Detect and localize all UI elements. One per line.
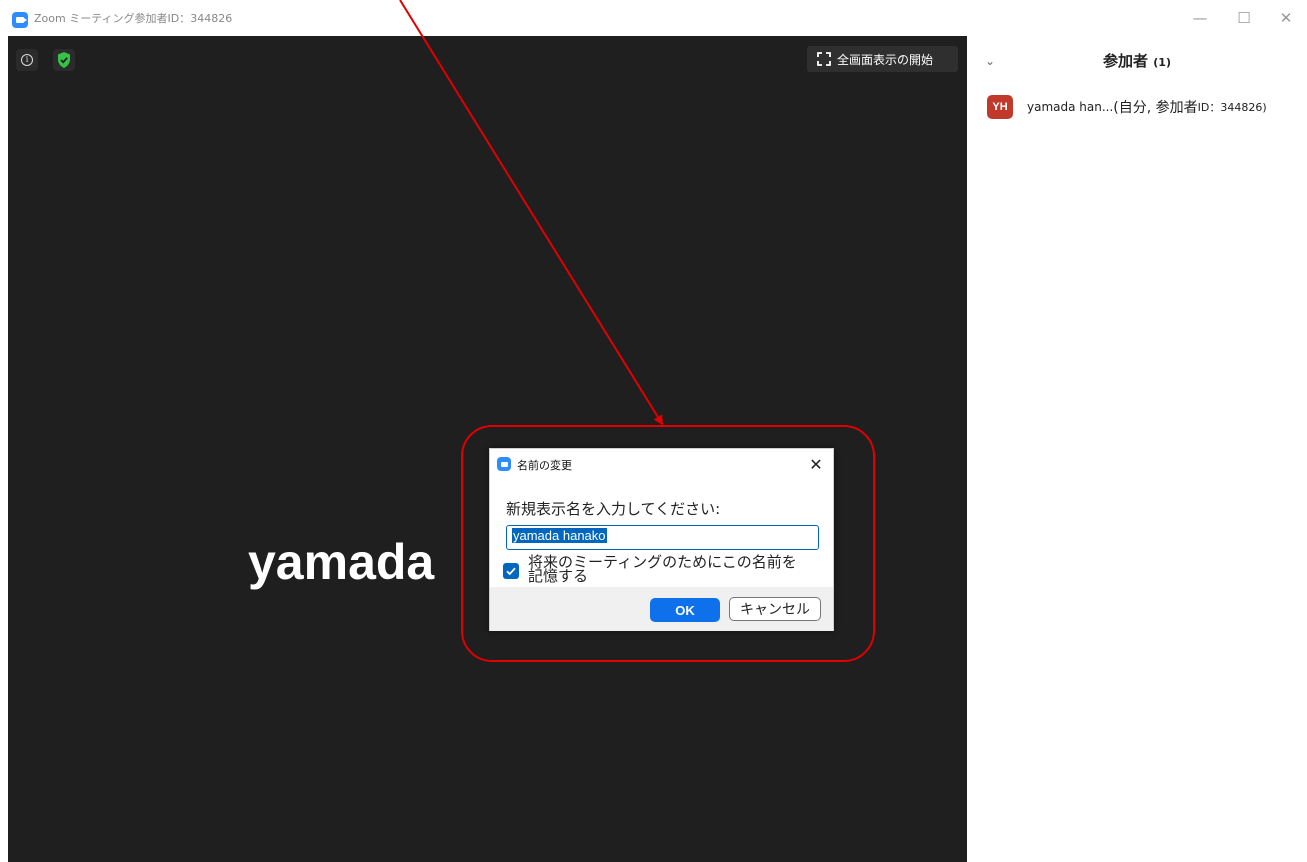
participants-title: 参加者 (1)	[967, 50, 1307, 71]
maximize-button[interactable]: ☐	[1224, 4, 1264, 32]
close-window-button[interactable]: ✕	[1266, 4, 1306, 32]
participants-title-text: 参加者	[1103, 52, 1149, 70]
participant-row[interactable]: YH yamada han... (自分, 参加者 ID ：344826)	[987, 94, 1267, 120]
display-name-input[interactable]: yamada hanako	[506, 525, 819, 550]
meeting-info-button[interactable]: i	[16, 49, 38, 71]
cancel-button[interactable]: キャンセル	[729, 597, 821, 621]
participants-panel: ⌄ 参加者 (1) YH yamada han... (自分, 参加者 ID ：…	[967, 36, 1307, 862]
remember-name-label: 将来のミーティングのためにこの名前を記憶する	[528, 553, 797, 585]
security-shield-button[interactable]	[53, 49, 75, 71]
dialog-body: 新規表示名を入力してください: yamada hanako 将来のミーティングの…	[490, 479, 833, 587]
participant-id-value: ：344826)	[1209, 101, 1267, 114]
checkmark-icon	[506, 567, 516, 576]
info-icon: i	[21, 54, 33, 66]
ok-button[interactable]: OK	[650, 598, 720, 622]
fullscreen-icon	[817, 52, 831, 66]
window-titlebar: Zoom ミーティング参加者ID：344826 — ☐ ✕	[0, 0, 1307, 36]
participant-name: yamada han...	[1027, 100, 1114, 114]
participants-count: (1)	[1153, 56, 1171, 69]
dialog-footer: OK キャンセル	[490, 587, 833, 631]
minimize-button[interactable]: —	[1180, 4, 1220, 32]
participant-id-label: ID	[1197, 100, 1210, 114]
participant-role: (自分, 参加者	[1113, 100, 1198, 116]
dialog-prompt: 新規表示名を入力してください:	[506, 500, 721, 518]
dialog-title: 名前の変更	[517, 459, 572, 472]
remember-name-checkbox[interactable]	[503, 563, 519, 579]
rename-dialog: 名前の変更 ✕ 新規表示名を入力してください: yamada hanako 将来…	[489, 448, 834, 631]
zoom-app-icon	[497, 457, 511, 471]
enter-fullscreen-button[interactable]: 全画面表示の開始	[807, 46, 958, 72]
participant-display-name: yamada	[248, 534, 435, 590]
dialog-close-button[interactable]: ✕	[804, 453, 828, 475]
dialog-titlebar: 名前の変更 ✕	[490, 449, 833, 479]
fullscreen-label: 全画面表示の開始	[837, 52, 934, 67]
shield-icon	[58, 52, 70, 68]
window-title: Zoom ミーティング参加者ID：344826	[34, 12, 233, 25]
display-name-value: yamada hanako	[512, 528, 607, 543]
zoom-app-icon	[12, 12, 28, 28]
avatar: YH	[987, 95, 1013, 119]
